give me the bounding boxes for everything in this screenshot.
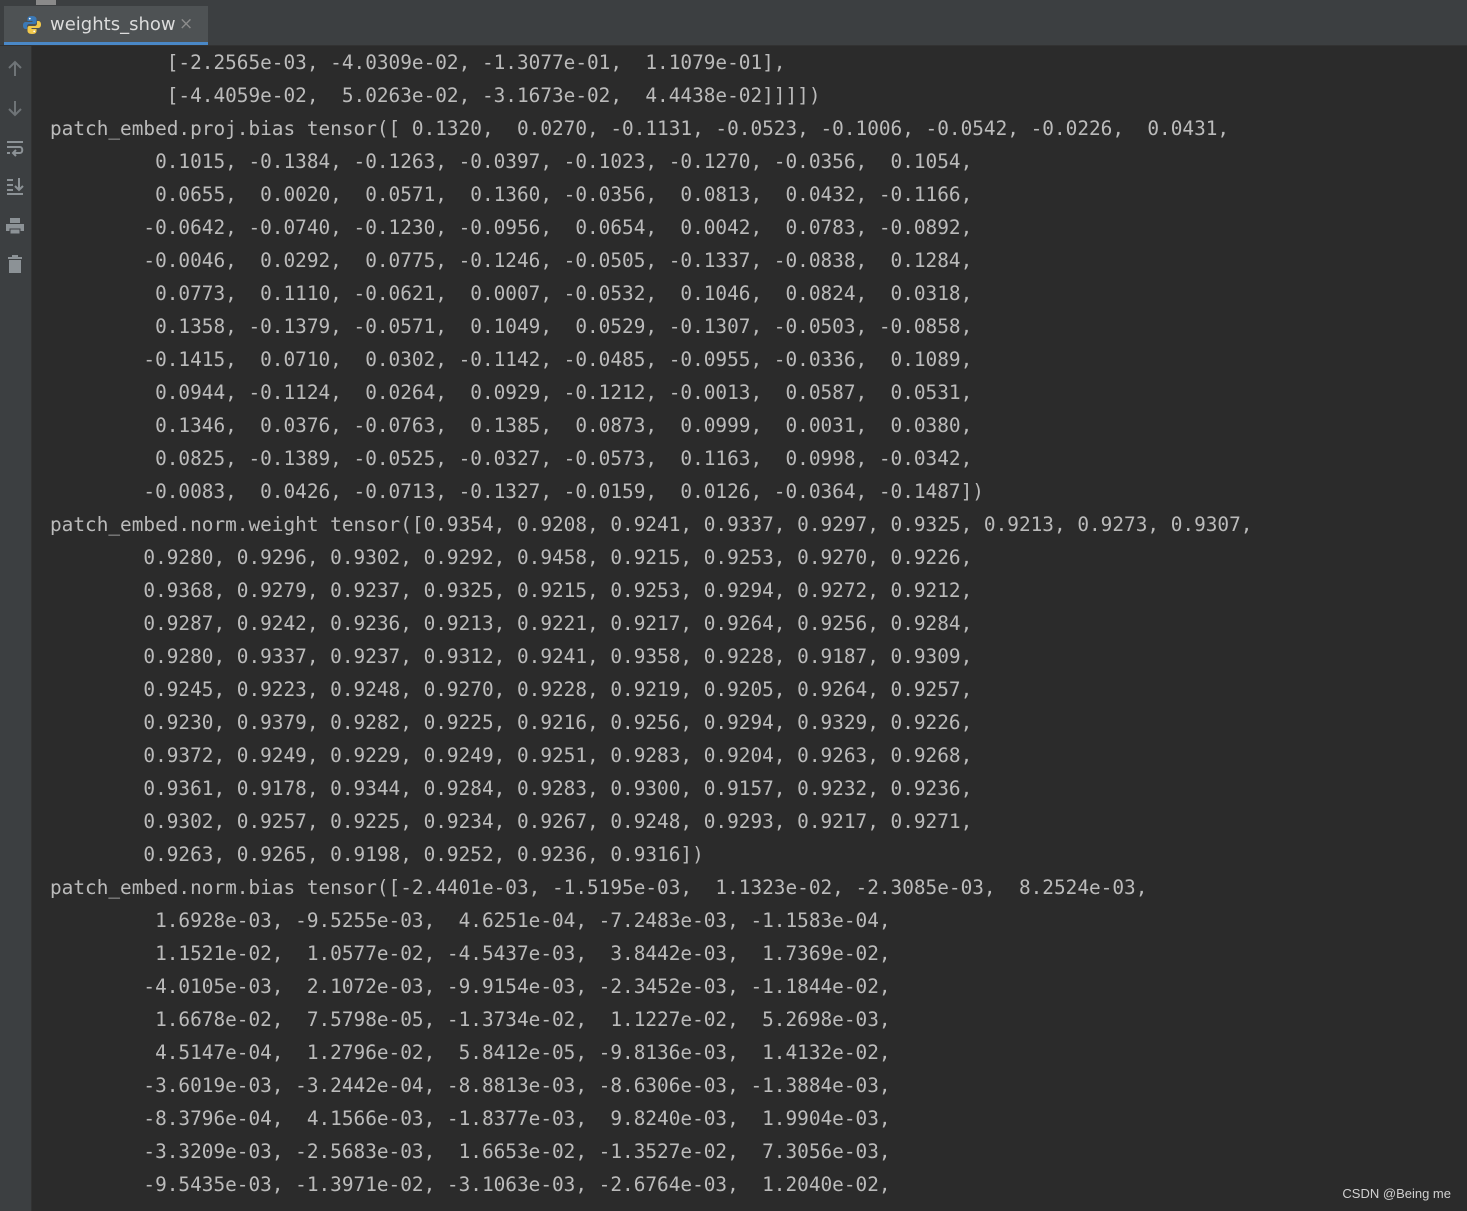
console-line: -8.3796e-04, 4.1566e-03, -1.8377e-03, 9.… <box>50 1107 891 1130</box>
console-line: -4.0105e-03, 2.1072e-03, -9.9154e-03, -2… <box>50 975 891 998</box>
console-line: 0.1346, 0.0376, -0.0763, 0.1385, 0.0873,… <box>50 414 973 437</box>
console-line: -0.0083, 0.0426, -0.0713, -0.1327, -0.01… <box>50 480 984 503</box>
soft-wrap-button[interactable] <box>2 135 28 161</box>
console-line: 0.9372, 0.9249, 0.9229, 0.9249, 0.9251, … <box>50 744 973 767</box>
console-line: 0.9287, 0.9242, 0.9236, 0.9213, 0.9221, … <box>50 612 973 635</box>
console-line: -3.3209e-03, -2.5683e-03, 1.6653e-02, -1… <box>50 1140 891 1163</box>
console-line: 1.6678e-02, 7.5798e-05, -1.3734e-02, 1.1… <box>50 1008 891 1031</box>
run-toolbar <box>0 46 32 1211</box>
console-line: -0.1415, 0.0710, 0.0302, -0.1142, -0.048… <box>50 348 973 371</box>
console-line: patch_embed.proj.bias tensor([ 0.1320, 0… <box>50 117 1230 140</box>
console-line: 1.1521e-02, 1.0577e-02, -4.5437e-03, 3.8… <box>50 942 891 965</box>
console-line: 0.9302, 0.9257, 0.9225, 0.9234, 0.9267, … <box>50 810 973 833</box>
console-line: 1.6928e-03, -9.5255e-03, 4.6251e-04, -7.… <box>50 909 891 932</box>
up-stack-button[interactable] <box>2 56 28 82</box>
folder-icon <box>36 0 56 5</box>
arrow-down-icon <box>8 101 22 117</box>
soft-wrap-icon <box>7 141 24 157</box>
trash-icon <box>8 255 22 273</box>
console-line: [-4.4059e-02, 5.0263e-02, -3.1673e-02, 4… <box>50 84 821 107</box>
console-line: 0.9280, 0.9337, 0.9237, 0.9312, 0.9241, … <box>50 645 973 668</box>
console-line: 0.1015, -0.1384, -0.1263, -0.0397, -0.10… <box>50 150 973 173</box>
console-line: -0.0046, 0.0292, 0.0775, -0.1246, -0.050… <box>50 249 973 272</box>
print-button[interactable] <box>2 213 28 239</box>
console-line: [-2.2565e-03, -4.0309e-02, -1.3077e-01, … <box>50 51 786 74</box>
console-line: patch_embed.norm.weight tensor([0.9354, … <box>50 513 1253 536</box>
console-line: 0.0655, 0.0020, 0.0571, 0.1360, -0.0356,… <box>50 183 973 206</box>
tab-weights-show[interactable]: weights_show × <box>4 6 208 45</box>
console-line: -3.6019e-03, -3.2442e-04, -8.8813e-03, -… <box>50 1074 891 1097</box>
console-line: 0.9245, 0.9223, 0.9248, 0.9270, 0.9228, … <box>50 678 973 701</box>
console-line: 0.9230, 0.9379, 0.9282, 0.9225, 0.9216, … <box>50 711 973 734</box>
console-line: 0.9361, 0.9178, 0.9344, 0.9284, 0.9283, … <box>50 777 973 800</box>
clear-all-button[interactable] <box>2 251 28 277</box>
console-line: -9.5435e-03, -1.3971e-02, -3.1063e-03, -… <box>50 1173 891 1196</box>
down-stack-button[interactable] <box>2 95 28 121</box>
console-line: 0.9280, 0.9296, 0.9302, 0.9292, 0.9458, … <box>50 546 973 569</box>
run-tab-bar: weights_show × <box>0 6 1467 46</box>
console-line: 0.0773, 0.1110, -0.0621, 0.0007, -0.0532… <box>50 282 973 305</box>
console-line: 4.5147e-04, 1.2796e-02, 5.8412e-05, -9.8… <box>50 1041 891 1064</box>
console-line: 0.1358, -0.1379, -0.0571, 0.1049, 0.0529… <box>50 315 973 338</box>
scroll-to-end-button[interactable] <box>2 173 28 199</box>
console-line: -0.0642, -0.0740, -0.1230, -0.0956, 0.06… <box>50 216 973 239</box>
watermark: CSDN @Being me <box>1342 1186 1451 1201</box>
python-icon <box>23 16 41 34</box>
close-icon[interactable]: × <box>179 14 193 34</box>
console-line: patch_embed.norm.bias tensor([-2.4401e-0… <box>50 876 1148 899</box>
console-line: 0.0944, -0.1124, 0.0264, 0.0929, -0.1212… <box>50 381 973 404</box>
tab-title: weights_show <box>50 14 176 35</box>
console-output[interactable]: [-2.2565e-03, -4.0309e-02, -1.3077e-01, … <box>32 46 1467 1211</box>
arrow-up-icon <box>8 60 22 76</box>
print-icon <box>6 218 24 235</box>
console-line: 0.9368, 0.9279, 0.9237, 0.9325, 0.9215, … <box>50 579 973 602</box>
ide-run-window: weights_show × [-2.2565e-03, -4.0309e-02… <box>0 0 1467 1211</box>
scroll-to-end-icon <box>7 178 24 195</box>
console-line: 0.9263, 0.9265, 0.9198, 0.9252, 0.9236, … <box>50 843 704 866</box>
console-line: 0.0825, -0.1389, -0.0525, -0.0327, -0.05… <box>50 447 973 470</box>
